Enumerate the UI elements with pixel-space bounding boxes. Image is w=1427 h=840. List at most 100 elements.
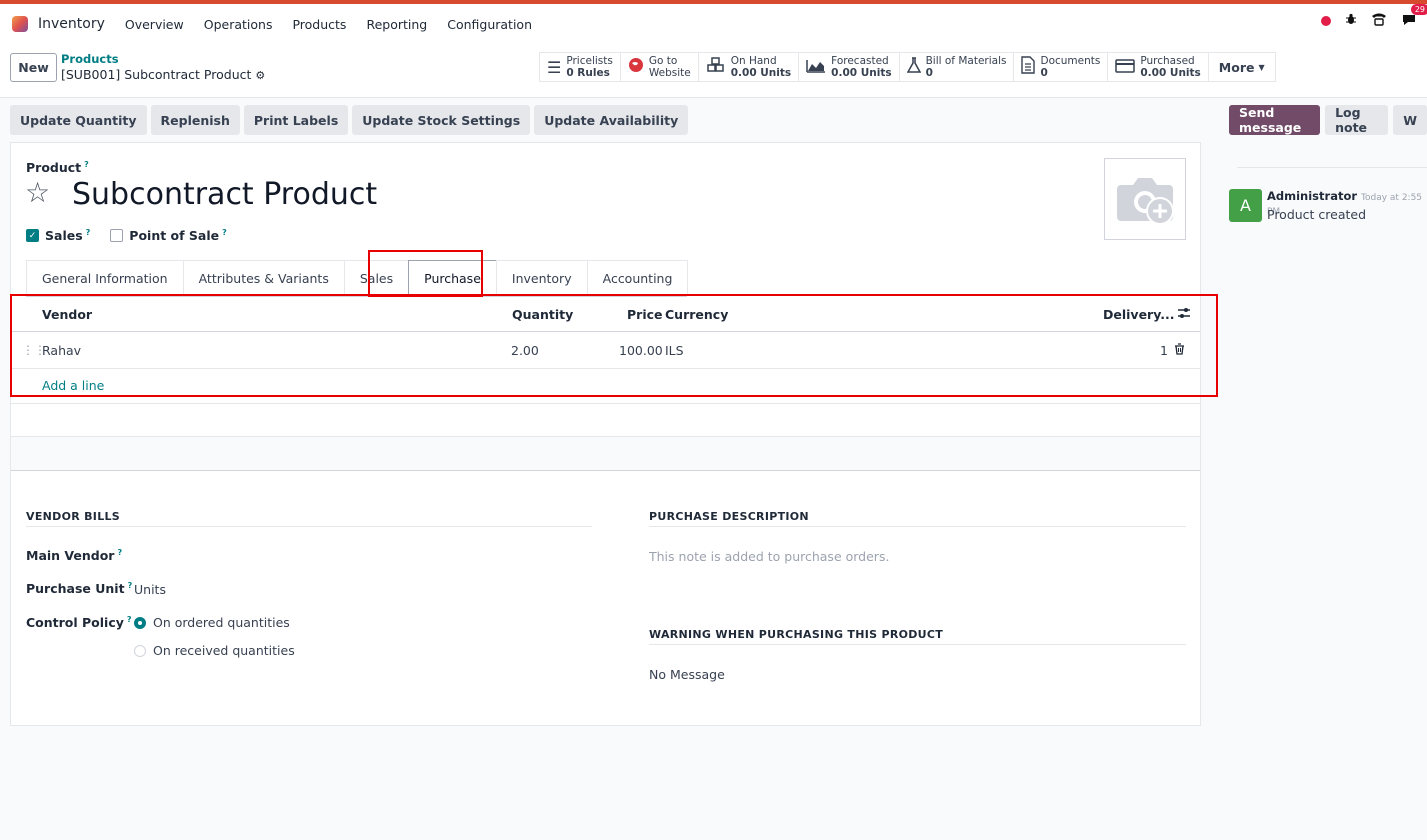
breadcrumb-current-label: [SUB001] Subcontract Product (61, 67, 252, 82)
divider (11, 403, 1200, 404)
purchase-unit-label: Purchase Unit? (26, 581, 132, 596)
highlight-vendor-table (10, 294, 1218, 397)
policy-ordered-option[interactable]: On ordered quantities (134, 615, 290, 630)
control-policy-label: Control Policy? (26, 615, 132, 630)
purchase-warning-title: WARNING WHEN PURCHASING THIS PRODUCT (649, 628, 1186, 645)
smart-label: Go to (648, 55, 678, 67)
smart-buttons: ☰ Pricelists 0 Rules Go to Website On Hand… (539, 52, 1276, 82)
documents-button[interactable]: Documents 0 (1014, 53, 1109, 81)
sales-label: Sales? (45, 228, 90, 243)
tab-accounting[interactable]: Accounting (586, 260, 689, 296)
forecasted-button[interactable]: Forecasted 0.00 Units (799, 53, 900, 81)
sales-label-text: Sales (45, 228, 83, 244)
camera-plus-icon (1117, 178, 1174, 225)
menu-operations[interactable]: Operations (204, 17, 273, 32)
help-tooltip[interactable]: ? (222, 228, 227, 237)
pos-label-text: Point of Sale (129, 228, 220, 244)
tab-inventory[interactable]: Inventory (495, 260, 588, 296)
breadcrumb-current: [SUB001] Subcontract Product ⚙ (61, 67, 265, 82)
tab-attributes-variants[interactable]: Attributes & Variants (182, 260, 345, 296)
smart-label: Bill of Materials (925, 55, 1007, 67)
file-icon (1021, 56, 1036, 78)
on-hand-button[interactable]: On Hand 0.00 Units (698, 53, 800, 81)
update-availability-button[interactable]: Update Availability (534, 105, 689, 135)
smart-value: 0 (925, 67, 933, 79)
main-navbar: Inventory Overview Operations Products R… (0, 4, 1427, 44)
chat-badge: 29 (1410, 4, 1427, 15)
main-vendor-label: Main Vendor? (26, 548, 122, 563)
policy-received-option[interactable]: On received quantities (134, 643, 295, 658)
menu-products[interactable]: Products (292, 17, 346, 32)
send-message-button[interactable]: Send message (1229, 105, 1321, 135)
breadcrumb-products[interactable]: Products (61, 52, 119, 66)
purchase-unit-field[interactable]: Units (134, 582, 166, 597)
gear-icon[interactable]: ⚙ (255, 69, 265, 82)
new-button[interactable]: New (10, 53, 57, 82)
smart-label: Documents (1040, 55, 1101, 67)
more-label: More (1218, 59, 1255, 75)
update-stock-settings-button[interactable]: Update Stock Settings (352, 105, 531, 135)
favorite-star-icon[interactable]: ☆ (25, 176, 50, 209)
policy-ordered-label: On ordered quantities (153, 615, 290, 630)
product-image-upload[interactable] (1104, 158, 1186, 240)
recording-icon[interactable] (1321, 16, 1331, 26)
pricelists-button[interactable]: ☰ Pricelists 0 Rules (540, 53, 621, 81)
purchase-description-field[interactable]: This note is added to purchase orders. (649, 549, 889, 564)
globe-icon (628, 57, 644, 77)
avatar[interactable]: A (1229, 189, 1262, 222)
smart-value: Website (648, 67, 691, 79)
form-sheet: Product? ☆ Subcontract Product ✓ Sales? … (10, 142, 1201, 726)
more-button[interactable]: More ▼ (1209, 53, 1275, 81)
pos-checkbox[interactable] (110, 229, 124, 243)
message-author-name[interactable]: Administrator (1267, 189, 1357, 203)
help-tooltip[interactable]: ? (127, 615, 132, 624)
website-button[interactable]: Go to Website (620, 53, 699, 81)
smart-label: Forecasted (831, 55, 889, 67)
phone-icon[interactable] (1371, 12, 1387, 30)
menu-overview[interactable]: Overview (125, 17, 184, 32)
product-title[interactable]: Subcontract Product (72, 177, 377, 212)
caret-down-icon: ▼ (1258, 62, 1265, 72)
update-quantity-button[interactable]: Update Quantity (10, 105, 147, 135)
app-logo-icon[interactable] (12, 16, 28, 32)
divider (11, 470, 1200, 471)
whatsapp-button[interactable]: W (1393, 105, 1427, 135)
smart-label: Pricelists (566, 55, 613, 67)
print-labels-button[interactable]: Print Labels (243, 105, 349, 135)
help-tooltip[interactable]: ? (117, 548, 122, 557)
product-label: Product? (26, 160, 89, 175)
vendor-bills-title: VENDOR BILLS (26, 510, 592, 527)
bug-icon[interactable] (1345, 13, 1357, 29)
sales-checkbox[interactable]: ✓ (26, 229, 39, 243)
tab-general-information[interactable]: General Information (26, 260, 184, 296)
menu-reporting[interactable]: Reporting (366, 17, 427, 32)
product-flags: ✓ Sales? Point of Sale? (26, 228, 241, 243)
help-tooltip[interactable]: ? (86, 228, 91, 237)
control-policy-label-text: Control Policy (26, 615, 124, 631)
area-chart-icon (806, 58, 826, 77)
message-body: Product created (1267, 207, 1367, 222)
smart-value: 0 Rules (566, 67, 610, 79)
app-name[interactable]: Inventory (38, 16, 105, 32)
smart-value: 0 (1040, 67, 1048, 79)
chatter-divider (1237, 167, 1427, 168)
log-note-button[interactable]: Log note (1325, 105, 1389, 135)
menu-configuration[interactable]: Configuration (447, 17, 532, 32)
radio-selected[interactable] (134, 616, 146, 629)
cubes-icon (706, 57, 726, 77)
product-label-text: Product (26, 160, 82, 176)
smart-label: On Hand (730, 55, 777, 67)
replenish-button[interactable]: Replenish (150, 105, 240, 135)
purchase-warning-field[interactable]: No Message (649, 667, 725, 682)
help-tooltip[interactable]: ? (84, 160, 89, 169)
smart-value: 0.00 Units (831, 67, 892, 79)
radio-unselected[interactable] (134, 644, 146, 657)
purchased-button[interactable]: Purchased 0.00 Units (1108, 53, 1209, 81)
flask-icon (906, 57, 921, 77)
purchase-description-title: PURCHASE DESCRIPTION (649, 510, 1186, 527)
help-tooltip[interactable]: ? (128, 581, 133, 590)
smart-label: Purchased (1140, 55, 1195, 67)
credit-card-icon (1115, 58, 1136, 77)
bom-button[interactable]: Bill of Materials 0 (899, 53, 1015, 81)
chat-icon[interactable]: 29 (1401, 4, 1427, 30)
